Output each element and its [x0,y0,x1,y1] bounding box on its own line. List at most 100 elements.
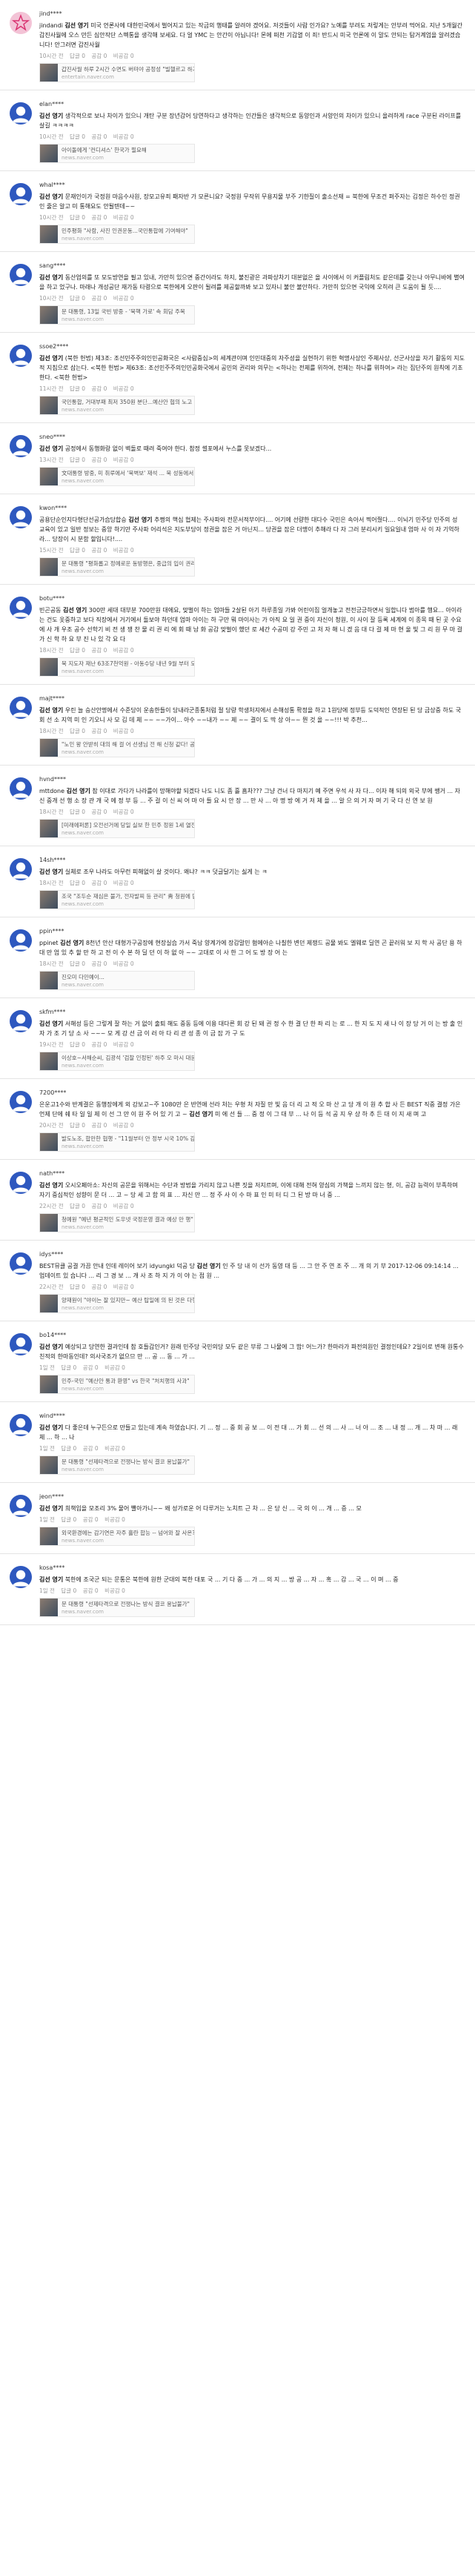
article-link-card[interactable]: 이상호~서해순씨, 김광석 '검찰 인정된' 하주 오 마시 대응 news.n… [39,1052,195,1071]
like-button[interactable]: 공감 0 [83,1445,99,1452]
username[interactable]: botu**** [39,594,465,603]
dislike-button[interactable]: 비공감 0 [113,960,134,967]
user-avatar[interactable] [10,183,32,205]
article-title[interactable]: 진오미 다민예이... [62,973,104,981]
username[interactable]: 14sh**** [39,855,465,865]
username[interactable]: jind**** [39,9,465,19]
user-avatar[interactable] [10,1010,32,1032]
reply-button[interactable]: 답글 0 [70,1041,85,1048]
reply-button[interactable]: 답글 0 [70,53,85,59]
dislike-button[interactable]: 비공감 0 [113,1041,134,1048]
username[interactable]: bo14**** [39,1330,465,1340]
article-link-card[interactable]: 민주-국민 "예산안 통과 환영" vs 한국 "처치행의 사과" news.n… [39,1375,195,1394]
reply-button[interactable]: 답글 0 [70,385,85,392]
user-avatar[interactable] [10,264,32,286]
username[interactable]: ppin**** [39,926,465,936]
username[interactable]: 7200**** [39,1088,465,1098]
article-link-card[interactable]: 文대통령 방중, 미 취루에서 '북벽보' 재석 ... 북 성동에서 볼 공유… [39,467,195,486]
article-title[interactable]: 민주-국민 "예산안 통과 환영" vs 한국 "처치행의 사과" [62,1377,190,1385]
dislike-button[interactable]: 비공감 0 [104,1445,125,1452]
user-avatar[interactable] [10,858,32,880]
user-avatar[interactable] [10,102,32,125]
article-title[interactable]: 외국환경에는 감기연은 자주 흘란 합능 -- 넘어와 잘 사온? [62,1529,194,1537]
article-link-card[interactable]: 북 지도자 재난 63조7천억원 - 아동수당 내년 9월 부터 도입 news… [39,657,195,677]
dislike-button[interactable]: 비공감 0 [113,1203,134,1209]
reply-button[interactable]: 답글 0 [70,133,85,140]
dislike-button[interactable]: 비공감 0 [113,647,134,654]
like-button[interactable]: 공감 0 [91,133,107,140]
user-avatar[interactable] [10,929,32,952]
dislike-button[interactable]: 비공감 0 [104,1516,125,1523]
dislike-button[interactable]: 비공감 0 [113,385,134,392]
user-avatar[interactable] [10,1566,32,1588]
article-title[interactable]: 문 대통령, 13일 국빈 방중 - '북핵 가로' 속 회담 주목 [62,308,185,316]
username[interactable]: kwon**** [39,503,465,513]
reply-button[interactable]: 답글 0 [70,1284,85,1290]
reply-button[interactable]: 답글 0 [61,1587,76,1594]
article-link-card[interactable]: 조국 "조두순 재심은 불가, 전자발찌 등 관리" 靑 청원에 답변 news… [39,890,195,909]
user-avatar[interactable] [10,506,32,528]
reply-button[interactable]: 답글 0 [70,960,85,967]
username[interactable]: sang**** [39,261,465,270]
dislike-button[interactable]: 비공감 0 [113,728,134,734]
article-title[interactable]: 文대통령 방중, 미 취루에서 '북벽보' 재석 ... 북 성동에서 볼 공유 [62,469,194,477]
article-link-card[interactable]: 갑진사월 하루 2시간 수면도 버텨야 공정성 "빌헬르고 하기 싫은 건 아니… [39,63,195,82]
like-button[interactable]: 공감 0 [91,809,107,815]
like-button[interactable]: 공감 0 [91,214,107,221]
article-title[interactable]: 민주평화 "사람, 사진 인권운동...국민통합에 기여해야" [62,227,188,235]
user-avatar[interactable] [10,777,32,800]
username[interactable]: wind**** [39,1411,465,1421]
username[interactable]: nath**** [39,1169,465,1178]
article-link-card[interactable]: 문 대통령 "평화롭고 정예로운 동방행은, 중급의 입이 권리" news.n… [39,557,195,577]
user-avatar[interactable] [10,12,32,34]
dislike-button[interactable]: 비공감 0 [104,1364,125,1371]
reply-button[interactable]: 답글 0 [70,547,85,554]
user-avatar[interactable] [10,1252,32,1275]
article-title[interactable]: "노인 왕 안받히 대의 해 걸 어 선생님 전 해 신청 같다! 공공처운" [62,740,194,748]
article-title[interactable]: 발도노조, 합만한 협행 - "11월부터 안 정부 시국 10% 감숙중행" [62,1135,194,1143]
user-avatar[interactable] [10,697,32,719]
article-link-card[interactable]: 외국환경에는 감기연은 자주 흘란 합능 -- 넘어와 잘 사온? news.n… [39,1527,195,1546]
username[interactable]: ssoe2**** [39,342,465,351]
like-button[interactable]: 공감 0 [91,728,107,734]
like-button[interactable]: 공감 0 [91,547,107,554]
like-button[interactable]: 공감 0 [91,960,107,967]
dislike-button[interactable]: 비공감 0 [113,53,134,59]
dislike-button[interactable]: 비공감 0 [113,214,134,221]
user-avatar[interactable] [10,1495,32,1517]
article-title[interactable]: 조국 "조두순 재심은 불가, 전자발찌 등 관리" 靑 청원에 답변 [62,892,194,900]
reply-button[interactable]: 답글 0 [70,880,85,886]
dislike-button[interactable]: 비공감 0 [113,547,134,554]
reply-button[interactable]: 답글 0 [70,214,85,221]
article-title[interactable]: 국민통합, 거대부패 최저 350원 분단...예산안 협의 노고 격려 [62,398,194,406]
username[interactable]: hvnd**** [39,774,465,784]
like-button[interactable]: 공감 0 [91,880,107,886]
article-title[interactable]: 청예원 "예년 평균적인 도우넷 국정운영 결과 예상 만 행" [62,1215,193,1224]
dislike-button[interactable]: 비공감 0 [104,1587,125,1594]
reply-button[interactable]: 답글 0 [70,457,85,463]
article-link-card[interactable]: [미래에퍼론] 오전선거에 당일 실보 한 민주 정원 1세 열전 news.n… [39,819,195,838]
article-title[interactable]: [미래에퍼론] 오전선거에 당일 실보 한 민주 정원 1세 열전 [62,821,194,829]
article-title[interactable]: 문 대통령 "평화롭고 정예로운 동방행은, 중급의 입이 권리" [62,560,194,568]
dislike-button[interactable]: 비공감 0 [113,133,134,140]
like-button[interactable]: 공감 0 [91,457,107,463]
username[interactable]: jeon**** [39,1492,465,1501]
user-avatar[interactable] [10,1333,32,1355]
article-title[interactable]: 문 대통령 "선제타격으로 전쟁나는 방식 결코 용납불가" [62,1600,190,1608]
like-button[interactable]: 공감 0 [83,1364,99,1371]
user-avatar[interactable] [10,435,32,457]
like-button[interactable]: 공감 0 [91,1122,107,1129]
like-button[interactable]: 공감 0 [91,647,107,654]
dislike-button[interactable]: 비공감 0 [113,457,134,463]
username[interactable]: kosa**** [39,1563,465,1573]
like-button[interactable]: 공감 0 [83,1516,99,1523]
like-button[interactable]: 공감 0 [91,1041,107,1048]
article-link-card[interactable]: 문 대통령 "선제타격으로 전쟁나는 방식 결코 용납불가" news.nave… [39,1455,195,1475]
reply-button[interactable]: 답글 0 [70,295,85,302]
user-avatar[interactable] [10,345,32,367]
username[interactable]: whal**** [39,180,465,190]
dislike-button[interactable]: 비공감 0 [113,809,134,815]
article-link-card[interactable]: 민주평화 "사람, 사진 인권운동...국민통합에 기여해야" news.nav… [39,225,195,244]
username[interactable]: skfm**** [39,1007,465,1017]
article-title[interactable]: 아이돌에게 '컨디셔스' 한국가 필요해 [62,146,147,154]
